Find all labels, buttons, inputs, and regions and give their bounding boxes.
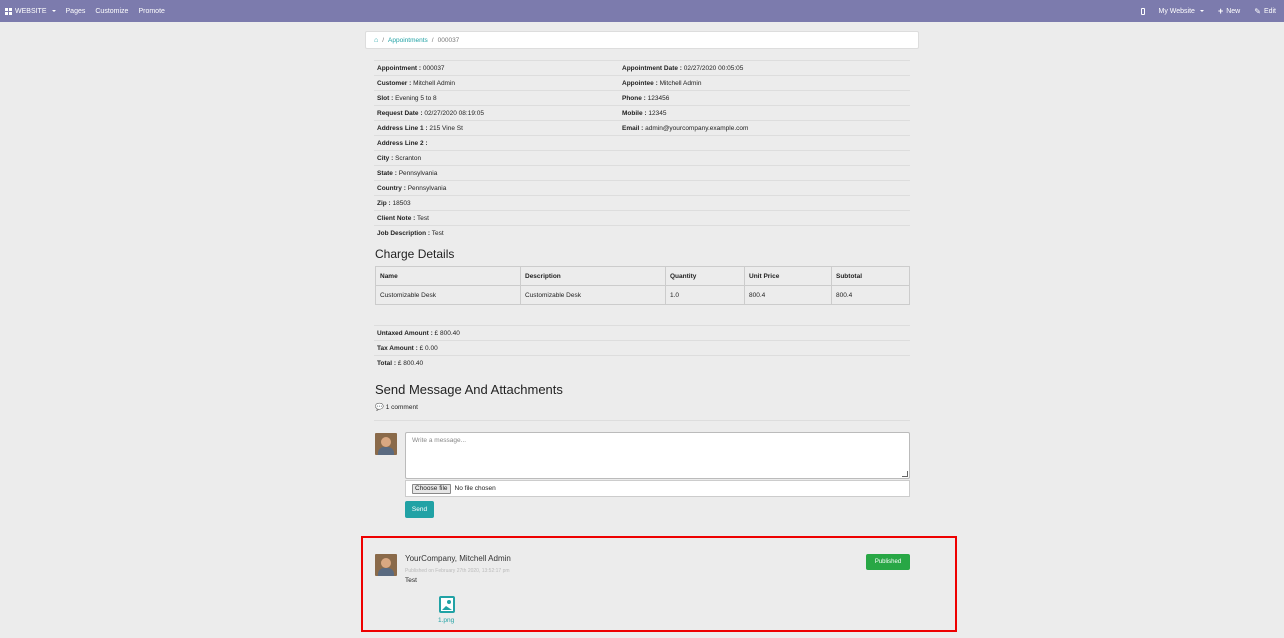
info-field: Country : Pennsylvania [377, 184, 447, 192]
info-row: Country : Pennsylvania [374, 180, 910, 195]
breadcrumb-separator: / [382, 36, 385, 44]
charge-table: Name Description Quantity Unit Price Sub… [375, 266, 910, 305]
mobile-icon [1140, 7, 1145, 15]
caret-down-icon [1199, 10, 1204, 12]
tax-amount: Tax Amount : £ 0.00 [374, 340, 910, 355]
table-cell: Customizable Desk [375, 285, 521, 305]
info-row: Zip : 18503 [374, 195, 910, 210]
info-field: Address Line 1 : 215 Vine St [377, 124, 463, 132]
totals: Untaxed Amount : £ 800.40 Tax Amount : £… [374, 325, 910, 370]
file-input: Choose file No file chosen [405, 480, 910, 497]
info-row: Request Date : 02/27/2020 08:19:05 Mobil… [374, 105, 910, 120]
info-field: Client Note : Test [377, 214, 429, 222]
apps-grid-icon [5, 7, 12, 15]
info-field: Address Line 2 : [377, 139, 428, 147]
table-row: Customizable Desk Customizable Desk 1.0 … [375, 285, 910, 305]
info-row: Client Note : Test [374, 210, 910, 225]
caret-down-icon [51, 10, 56, 12]
info-row: Address Line 1 : 215 Vine St Email : adm… [374, 120, 910, 135]
new-label: New [1226, 7, 1241, 15]
column-header: Unit Price [744, 266, 832, 286]
info-field: Appointment Date : 02/27/2020 00:05:05 [622, 64, 744, 72]
promote-menu[interactable]: Promote [138, 8, 164, 15]
resize-handle[interactable] [902, 471, 908, 477]
info-row: Customer : Mitchell Admin Appointee : Mi… [374, 75, 910, 90]
my-website-label: My Website [1158, 7, 1195, 15]
table-header-row: Name Description Quantity Unit Price Sub… [375, 266, 910, 286]
website-top-bar: WEBSITE Pages Customize Promote My Websi… [0, 0, 1284, 22]
column-header: Subtotal [831, 266, 910, 286]
info-field: Phone : 123456 [622, 94, 670, 102]
my-website-dropdown[interactable]: My Website [1159, 8, 1204, 15]
website-menu-button[interactable]: WEBSITE [5, 7, 56, 15]
info-row: Job Description : Test [374, 225, 910, 240]
no-file-label: No file chosen [454, 485, 496, 492]
table-cell: 800.4 [744, 285, 832, 305]
plus-icon: + [1217, 5, 1224, 16]
info-field: Appointment : 000037 [377, 64, 445, 72]
total-amount: Total : £ 800.40 [374, 355, 910, 370]
divider [374, 420, 910, 421]
mobile-preview-button[interactable] [1140, 7, 1145, 15]
pencil-icon: ✎ [1254, 6, 1261, 16]
edit-label: Edit [1263, 7, 1276, 15]
website-menu-label: WEBSITE [15, 7, 47, 15]
edit-button[interactable]: ✎ Edit [1254, 6, 1276, 16]
info-field: Email : admin@yourcompany.example.com [622, 124, 749, 132]
published-badge[interactable]: Published [866, 554, 910, 570]
table-cell: 800.4 [831, 285, 910, 305]
breadcrumb-current: 000037 [437, 36, 460, 44]
image-attachment-icon[interactable] [439, 596, 455, 613]
column-header: Description [520, 266, 666, 286]
message-body: Test [405, 577, 417, 584]
avatar [375, 554, 397, 576]
info-row: Appointment : 000037 Appointment Date : … [374, 60, 910, 75]
info-row: City : Scranton [374, 150, 910, 165]
choose-file-button[interactable]: Choose file [412, 483, 451, 494]
new-button[interactable]: + New [1217, 5, 1241, 16]
customize-menu[interactable]: Customize [95, 8, 128, 15]
messages-title: Send Message And Attachments [375, 382, 563, 397]
home-icon[interactable]: ⌂ [374, 37, 378, 44]
comments-icon: 💬 [375, 404, 384, 411]
pages-menu[interactable]: Pages [66, 8, 86, 15]
breadcrumb-separator: / [431, 36, 434, 44]
breadcrumb-appointments-link[interactable]: Appointments [388, 37, 428, 44]
info-field: Customer : Mitchell Admin [377, 79, 456, 87]
table-cell: 1.0 [665, 285, 745, 305]
info-row: Slot : Evening 5 to 8 Phone : 123456 [374, 90, 910, 105]
info-field: Zip : 18503 [377, 199, 411, 207]
info-row: Address Line 2 : [374, 135, 910, 150]
column-header: Name [375, 266, 521, 286]
charge-details-title: Charge Details [375, 247, 455, 261]
attachment-name-link[interactable]: 1.png [438, 617, 454, 624]
table-cell: Customizable Desk [520, 285, 666, 305]
column-header: Quantity [665, 266, 745, 286]
message-input[interactable]: Write a message... [405, 432, 910, 479]
untaxed-amount: Untaxed Amount : £ 800.40 [374, 325, 910, 340]
info-field: City : Scranton [377, 154, 422, 162]
info-field: Mobile : 12345 [622, 109, 667, 117]
info-field: Request Date : 02/27/2020 08:19:05 [377, 109, 484, 117]
comment-count: 💬 1 comment [375, 403, 418, 412]
appointment-info: Appointment : 000037 Appointment Date : … [374, 60, 910, 240]
message-author: YourCompany, Mitchell Admin [405, 554, 511, 563]
info-field: Slot : Evening 5 to 8 [377, 94, 437, 102]
message-date: Published on February 27th 2020, 13:52:1… [405, 568, 510, 574]
info-field: State : Pennsylvania [377, 169, 438, 177]
message-placeholder: Write a message... [412, 437, 467, 444]
info-field: Job Description : Test [377, 229, 444, 237]
send-button[interactable]: Send [405, 501, 434, 518]
breadcrumb: ⌂ / Appointments / 000037 [365, 31, 919, 49]
info-row: State : Pennsylvania [374, 165, 910, 180]
info-field: Appointee : Mitchell Admin [622, 79, 702, 87]
comment-count-label: 1 comment [385, 403, 418, 411]
avatar [375, 433, 397, 455]
